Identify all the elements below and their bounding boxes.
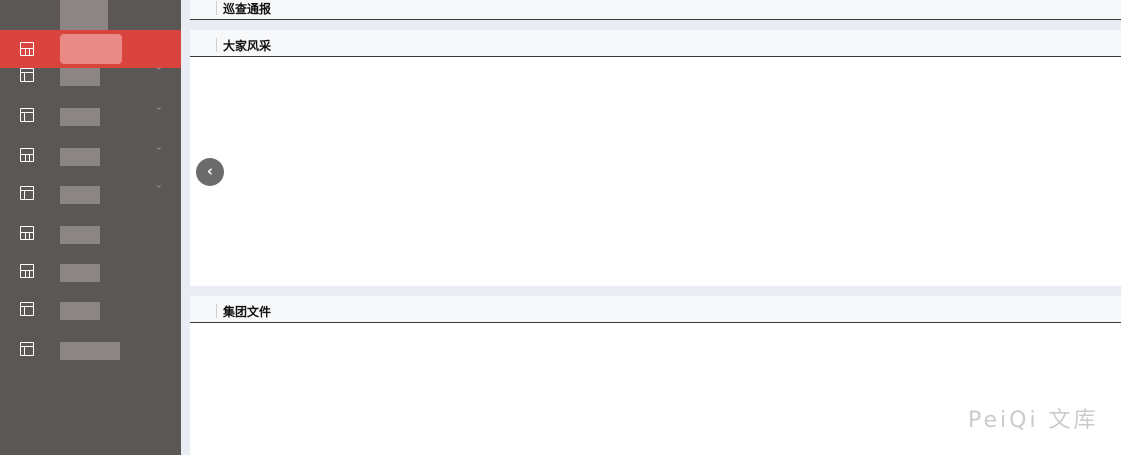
blurred-logo [60, 0, 108, 30]
carousel-prev-button[interactable]: ‹ [196, 158, 224, 186]
sidebar-item-8[interactable] [0, 290, 181, 328]
panel-title: 大家风采 [223, 39, 272, 53]
header-divider [216, 1, 217, 15]
watermark: PeiQi 文库 [968, 408, 1099, 433]
panel-header: 大家风采 [190, 30, 1121, 57]
sidebar-item-5[interactable]: ˇ [0, 174, 181, 212]
table-icon [20, 186, 34, 200]
sidebar-item-label-blurred [60, 226, 100, 244]
table-icon [20, 342, 34, 356]
sidebar-item-label-blurred [60, 186, 100, 204]
chevron-down-icon: ˇ [154, 184, 163, 197]
header-divider [216, 304, 217, 318]
sidebar-item-label-blurred [60, 342, 120, 360]
sidebar-item-label-blurred [60, 302, 100, 320]
page-title: 巡查通报 [223, 2, 272, 16]
table-icon [20, 68, 34, 82]
calculator-icon [20, 148, 34, 162]
calculator-icon [20, 226, 34, 240]
style-panel: 大家风采 [190, 30, 1121, 286]
sidebar-item-3[interactable]: ˇ [0, 96, 181, 134]
chevron-left-icon: ‹ [206, 162, 214, 180]
main-content: 巡查通报 大家风采 集团文件 [190, 0, 1121, 455]
calculator-icon [20, 42, 34, 56]
sidebar-header [0, 0, 181, 30]
sidebar-item-7[interactable] [0, 252, 181, 290]
sidebar-item-6[interactable] [0, 214, 181, 252]
calculator-icon [20, 264, 34, 278]
sidebar-item-4[interactable]: ˇ [0, 136, 181, 174]
table-icon [20, 302, 34, 316]
chevron-down-icon: ˇ [154, 146, 163, 159]
table-icon [20, 108, 34, 122]
sidebar: ˇ ˇ ˇ ˇ [0, 0, 181, 455]
sidebar-item-label-blurred [60, 68, 100, 86]
header-divider [216, 38, 217, 52]
panel-header: 集团文件 [190, 296, 1121, 323]
chevron-down-icon: ˇ [154, 66, 163, 79]
sidebar-item-label-blurred [60, 148, 100, 166]
sidebar-item-label-blurred [60, 108, 100, 126]
sidebar-item-2[interactable]: ˇ [0, 56, 181, 94]
sidebar-item-9[interactable] [0, 330, 181, 368]
chevron-down-icon: ˇ [154, 106, 163, 119]
panel-title: 集团文件 [223, 305, 272, 319]
sidebar-item-label-blurred [60, 264, 100, 282]
inspection-panel: 巡查通报 [190, 0, 1121, 20]
panel-header: 巡查通报 [190, 0, 1121, 20]
